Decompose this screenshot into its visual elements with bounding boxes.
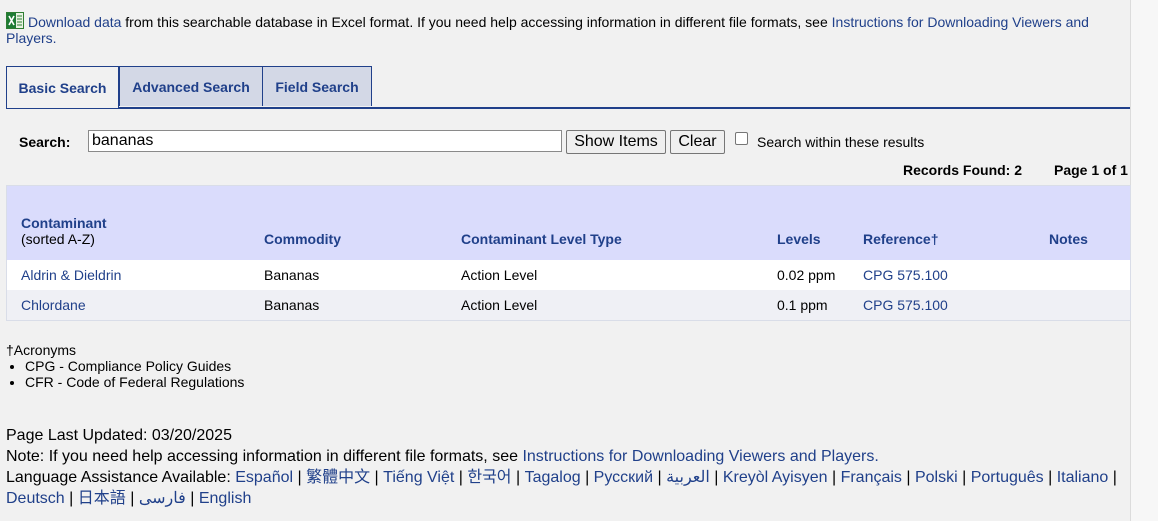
level-type-cell: Action Level xyxy=(461,297,538,313)
records-found: Records Found: 2 xyxy=(903,162,1023,178)
language-link-portuguese[interactable]: Português xyxy=(971,469,1044,486)
contaminant-link[interactable]: Chlordane xyxy=(21,297,86,313)
acronyms-title: †Acronyms xyxy=(6,342,77,358)
language-link-russian[interactable]: Русский xyxy=(594,469,653,486)
commodity-cell: Bananas xyxy=(264,297,320,313)
show-items-button[interactable]: Show Items xyxy=(566,130,666,154)
language-link-english[interactable]: English xyxy=(199,490,251,507)
col-reference[interactable]: Reference† xyxy=(863,231,939,247)
reference-link[interactable]: CPG 575.100 xyxy=(863,297,948,313)
page-footer: Page Last Updated: 03/20/2025 Note: If y… xyxy=(6,425,1130,509)
search-within-label: Search within these results xyxy=(757,134,925,150)
col-levels[interactable]: Levels xyxy=(777,231,821,247)
contaminant-link[interactable]: Aldrin & Dieldrin xyxy=(21,267,121,283)
language-link-chinese[interactable]: 繁體中文 xyxy=(306,469,370,486)
intro-text: from this searchable database in Excel f… xyxy=(121,14,832,30)
tab-field-search[interactable]: Field Search xyxy=(262,66,372,106)
acronyms-block: †Acronyms CPG - Compliance Policy Guides… xyxy=(6,342,244,390)
search-row: Search: Show Items Clear Search within t… xyxy=(6,130,1130,154)
col-notes[interactable]: Notes xyxy=(1049,231,1088,247)
language-link-italian[interactable]: Italiano xyxy=(1057,469,1109,486)
col-contaminant-label: Contaminant xyxy=(21,215,107,231)
footer-instructions-link[interactable]: Instructions for Downloading Viewers and… xyxy=(522,448,878,465)
table-header: Contaminant (sorted A-Z) Commodity Conta… xyxy=(7,186,1130,260)
table-row: Chlordane Bananas Action Level 0.1 ppm C… xyxy=(7,290,1130,320)
table-row: Aldrin & Dieldrin Bananas Action Level 0… xyxy=(7,260,1130,290)
clear-button[interactable]: Clear xyxy=(670,130,725,154)
search-tabs: Basic Search Advanced Search Field Searc… xyxy=(6,66,1130,109)
language-link-vietnamese[interactable]: Tiếng Việt xyxy=(383,469,454,486)
page-indicator: Page 1 of 1 xyxy=(1054,162,1128,178)
acronym-item: CPG - Compliance Policy Guides xyxy=(25,358,244,374)
col-contaminant[interactable]: Contaminant (sorted A-Z) xyxy=(21,215,107,247)
language-link-korean[interactable]: 한국어 xyxy=(467,469,511,486)
levels-cell: 0.02 ppm xyxy=(777,267,836,283)
tab-advanced-search[interactable]: Advanced Search xyxy=(119,66,263,106)
results-table: Contaminant (sorted A-Z) Commodity Conta… xyxy=(6,185,1131,321)
search-input[interactable] xyxy=(88,130,562,152)
tab-basic-search[interactable]: Basic Search xyxy=(6,66,119,108)
last-updated: Page Last Updated: 03/20/2025 xyxy=(6,427,232,444)
commodity-cell: Bananas xyxy=(264,267,320,283)
footer-note-text: Note: If you need help accessing informa… xyxy=(6,448,523,465)
level-type-cell: Action Level xyxy=(461,267,538,283)
language-link-german[interactable]: Deutsch xyxy=(6,490,65,507)
language-assistance: Language Assistance Available: Español |… xyxy=(6,469,1117,507)
download-data-link[interactable]: Download data xyxy=(28,14,121,30)
col-commodity[interactable]: Commodity xyxy=(264,231,341,247)
search-label: Search: xyxy=(19,134,71,150)
language-link-haitian-creole[interactable]: Kreyòl Ayisyen xyxy=(723,469,828,486)
language-link-arabic[interactable]: العربية xyxy=(666,469,710,486)
footer-note: Note: If you need help accessing informa… xyxy=(6,446,1130,467)
col-level-type[interactable]: Contaminant Level Type xyxy=(461,231,622,247)
acronym-item: CFR - Code of Federal Regulations xyxy=(25,374,244,390)
language-link-french[interactable]: Français xyxy=(841,469,902,486)
search-within-checkbox[interactable] xyxy=(735,132,748,145)
language-link-spanish[interactable]: Español xyxy=(235,469,293,486)
language-link-polish[interactable]: Polski xyxy=(915,469,958,486)
levels-cell: 0.1 ppm xyxy=(777,297,828,313)
language-link-farsi[interactable]: فارسی xyxy=(139,490,186,507)
download-intro: Download data from this searchable datab… xyxy=(6,12,1130,46)
col-contaminant-sort-note: (sorted A-Z) xyxy=(21,231,95,247)
language-link-japanese[interactable]: 日本語 xyxy=(78,490,126,507)
vertical-scrollbar[interactable] xyxy=(1130,0,1158,521)
acronyms-list: CPG - Compliance Policy Guides CFR - Cod… xyxy=(6,358,244,390)
excel-icon[interactable] xyxy=(6,12,24,29)
language-label: Language Assistance Available: xyxy=(6,469,236,486)
language-link-tagalog[interactable]: Tagalog xyxy=(525,469,581,486)
reference-link[interactable]: CPG 575.100 xyxy=(863,267,948,283)
